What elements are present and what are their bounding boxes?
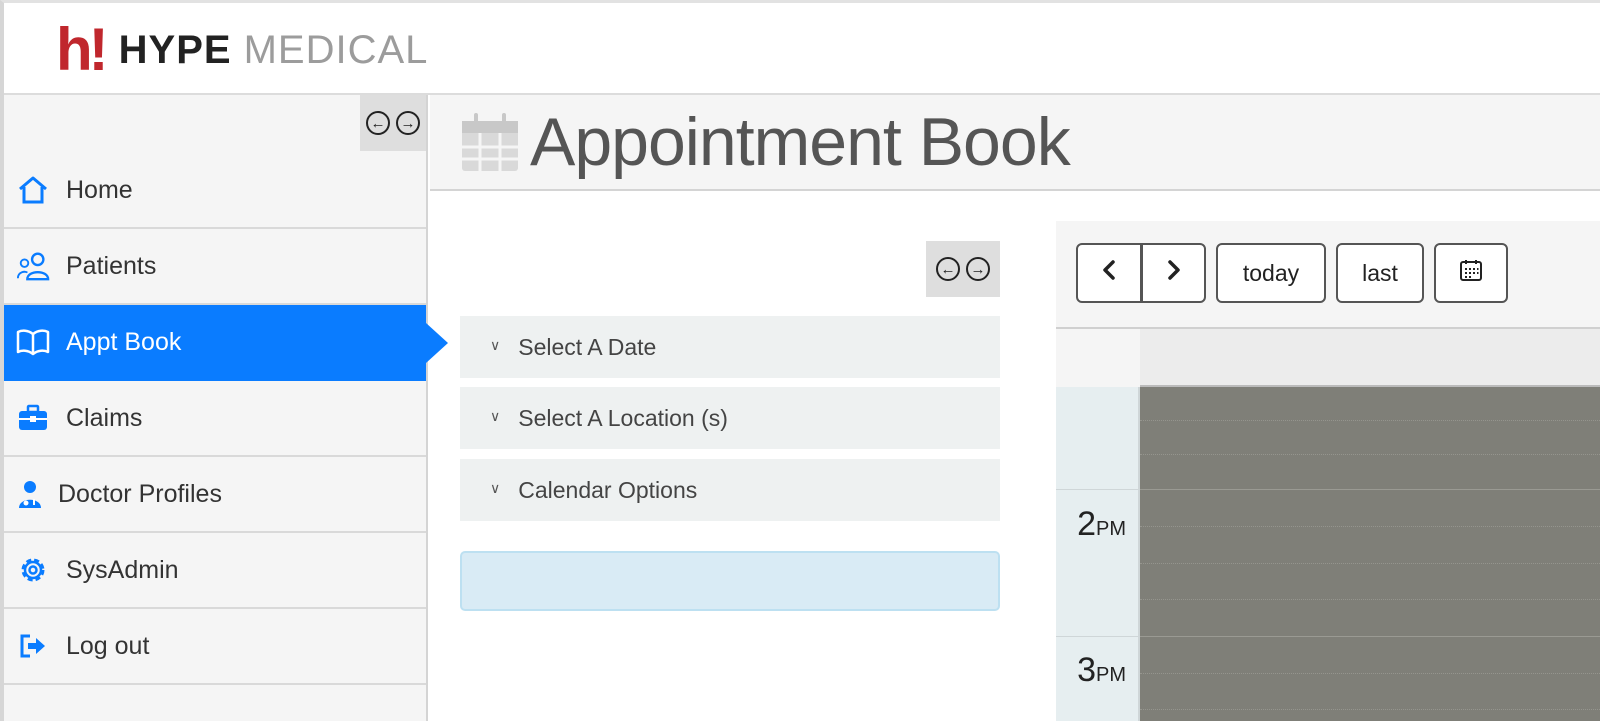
sidebar-item-home[interactable]: Home xyxy=(4,153,426,229)
last-button[interactable]: last xyxy=(1336,243,1424,303)
book-icon xyxy=(16,325,50,359)
page-header: Appointment Book xyxy=(430,95,1600,191)
time-axis: 2PM 3PM xyxy=(1056,387,1140,721)
sidebar-item-label: Log out xyxy=(66,631,150,660)
accordion-calendar-options[interactable]: ∨ Calendar Options xyxy=(460,459,1000,521)
sidebar-item-patients[interactable]: Patients xyxy=(4,229,426,305)
arrow-right-circle-icon[interactable]: → xyxy=(396,111,420,135)
brand-mark: h! xyxy=(56,16,109,83)
brand-name-primary: HYPE xyxy=(118,27,232,72)
calendar-icon xyxy=(460,111,520,178)
sidebar-item-claims[interactable]: Claims xyxy=(4,381,426,457)
sidebar-item-label: Claims xyxy=(66,403,143,432)
date-picker-button[interactable] xyxy=(1434,243,1508,303)
today-button[interactable]: today xyxy=(1216,243,1326,303)
sidebar-item-label: Doctor Profiles xyxy=(58,479,222,508)
sidebar-item-appt-book[interactable]: Appt Book xyxy=(4,305,448,381)
calendar-panel: today last 2PM 3PM xyxy=(1056,221,1600,721)
filter-panel-collapse-toggle[interactable]: ← → xyxy=(926,241,1000,297)
sidebar-item-label: SysAdmin xyxy=(66,555,179,584)
arrow-left-circle-icon[interactable]: ← xyxy=(936,257,960,281)
chevron-down-icon: ∨ xyxy=(490,407,501,424)
brand-logo[interactable]: h! HYPE MEDICAL xyxy=(56,16,429,83)
chevron-down-icon: ∨ xyxy=(490,336,501,353)
info-alert-box xyxy=(460,551,1000,611)
accordion-select-date[interactable]: ∨ Select A Date xyxy=(460,316,1000,378)
accordion-label: Select A Location (s) xyxy=(518,404,728,431)
time-label-3pm: 3PM xyxy=(1077,651,1126,689)
sidebar-item-sysadmin[interactable]: SysAdmin xyxy=(4,533,426,609)
doctor-icon xyxy=(16,477,44,511)
chevron-down-icon: ∨ xyxy=(490,479,501,496)
sidebar-item-log-out[interactable]: Log out xyxy=(4,609,426,685)
calendar-small-icon xyxy=(1459,258,1483,288)
sidebar-collapse-toggle[interactable]: ← → xyxy=(360,95,426,151)
calendar-grid: 2PM 3PM xyxy=(1056,327,1600,721)
unavailable-time-slots[interactable] xyxy=(1140,387,1600,721)
calendar-toolbar: today last xyxy=(1076,243,1508,303)
chevron-right-icon xyxy=(1166,259,1182,287)
sidebar-nav: Home Patients Appt Book Claims Doctor Pr… xyxy=(4,153,448,685)
sidebar-item-label: Home xyxy=(66,175,133,204)
logout-icon xyxy=(16,629,50,663)
app-root: h! HYPE MEDICAL ← → Home Patients Appt B… xyxy=(0,0,1600,721)
prev-button[interactable] xyxy=(1076,243,1142,303)
arrow-right-circle-icon[interactable]: → xyxy=(966,257,990,281)
patients-icon xyxy=(16,249,50,283)
time-label-2pm: 2PM xyxy=(1077,505,1126,543)
sidebar-item-label: Patients xyxy=(66,251,157,280)
briefcase-icon xyxy=(16,401,50,435)
sidebar: ← → Home Patients Appt Book Claims Docto… xyxy=(4,95,448,721)
calendar-header-row xyxy=(1140,329,1600,387)
accordion-select-location[interactable]: ∨ Select A Location (s) xyxy=(460,387,1000,449)
brand-name-secondary: MEDICAL xyxy=(243,27,429,72)
accordion-label: Calendar Options xyxy=(518,476,698,503)
sidebar-item-doctor-profiles[interactable]: Doctor Profiles xyxy=(4,457,426,533)
sidebar-item-label: Appt Book xyxy=(66,327,182,356)
home-icon xyxy=(16,173,50,207)
top-bar: h! HYPE MEDICAL xyxy=(4,3,1600,95)
accordion-label: Select A Date xyxy=(518,333,657,360)
chevron-left-icon xyxy=(1101,259,1117,287)
prev-next-group xyxy=(1076,243,1206,303)
page-title: Appointment Book xyxy=(530,104,1071,180)
next-button[interactable] xyxy=(1142,243,1206,303)
gear-icon xyxy=(16,553,50,587)
arrow-left-circle-icon[interactable]: ← xyxy=(366,111,390,135)
